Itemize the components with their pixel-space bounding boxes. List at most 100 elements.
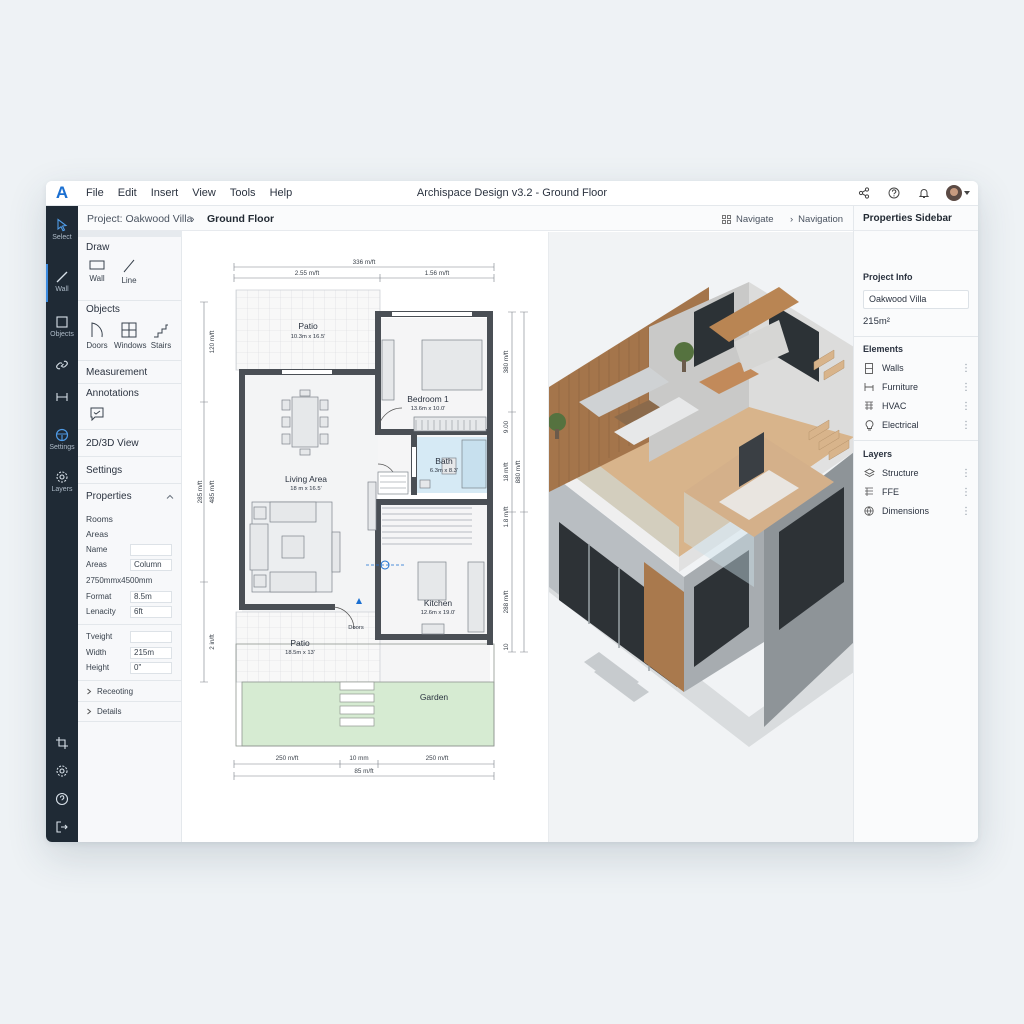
rail-help[interactable]	[46, 792, 78, 808]
line-icon	[123, 259, 135, 273]
more-icon[interactable]: ⋮	[961, 382, 971, 393]
elements-header: Elements	[863, 344, 904, 354]
more-icon[interactable]: ⋮	[961, 487, 971, 498]
prop-areas-field[interactable]: Column	[130, 558, 172, 571]
layer-dimensions[interactable]: Dimensions ⋮	[863, 504, 971, 518]
annotations-header: Annotations	[86, 388, 139, 399]
rail-logout[interactable]	[46, 820, 78, 836]
more-icon[interactable]: ⋮	[961, 363, 971, 374]
tool-stairs[interactable]: Stairs	[146, 322, 176, 350]
prop-height-field[interactable]: 0"	[130, 661, 172, 674]
dim-right-6: 288 m/ft	[503, 590, 510, 613]
logout-icon	[56, 821, 68, 833]
app-logo: A	[55, 183, 69, 202]
chevron-down-icon	[964, 191, 970, 195]
menu-edit[interactable]: Edit	[118, 187, 137, 199]
element-walls[interactable]: Walls ⋮	[863, 361, 971, 375]
breadcrumb-separator: ›	[191, 213, 195, 225]
menu-insert[interactable]: Insert	[151, 187, 179, 199]
wall-line-icon	[56, 271, 68, 283]
notification-bell-icon[interactable]	[916, 185, 932, 201]
prop-name-field[interactable]	[130, 543, 172, 556]
share-icon[interactable]	[856, 185, 872, 201]
rail-layers-label: Layers	[51, 486, 73, 493]
wall-icon	[863, 362, 875, 374]
room-patio-bottom-size: 18.5m x 13'	[285, 650, 315, 656]
rail-crop[interactable]	[46, 736, 78, 752]
prop-width-label: Width	[86, 648, 107, 657]
prop-tveight-field[interactable]	[130, 630, 172, 643]
prop-name-row: Name	[86, 543, 176, 556]
rail-select[interactable]: Select	[46, 218, 78, 241]
dim-right-2: 9.00	[503, 420, 510, 433]
menu-view[interactable]: View	[192, 187, 216, 199]
tool-view-2d3d[interactable]: 2D/3D View	[78, 432, 182, 455]
menu-tools[interactable]: Tools	[230, 187, 256, 199]
link-icon	[56, 360, 68, 370]
prop-width-field[interactable]: 215m	[130, 646, 172, 659]
user-avatar[interactable]	[946, 185, 970, 201]
dim-top-left: 2.55 m/ft	[295, 270, 320, 277]
help-circle-icon	[55, 792, 69, 806]
rail-measure[interactable]	[46, 390, 78, 406]
tool-windows[interactable]: Windows	[114, 322, 147, 350]
element-hvac-label: HVAC	[882, 401, 907, 411]
objects-header: Objects	[86, 304, 120, 315]
navigate-button[interactable]: Navigate	[722, 214, 774, 225]
receoting-expander[interactable]: Receoting	[86, 685, 176, 698]
prop-lenacity-field[interactable]: 6ft	[130, 605, 172, 618]
help-icon[interactable]	[886, 185, 902, 201]
breadcrumb-project[interactable]: Project: Oakwood Villa	[87, 213, 192, 225]
tool-wall[interactable]: Wall	[82, 259, 112, 283]
rail-layers[interactable]: Layers	[46, 470, 78, 493]
more-icon[interactable]: ⋮	[961, 468, 971, 479]
element-furniture[interactable]: Furniture ⋮	[863, 380, 971, 394]
floor-plan-canvas[interactable]: 336 m/ft 2.55 m/ft 1.56 m/ft 250 m/ft 10…	[182, 232, 548, 842]
prop-format-field[interactable]: 8.5m	[130, 590, 172, 603]
door-label: Doors	[348, 625, 364, 631]
project-name-field[interactable]: Oakwood Villa	[863, 290, 969, 309]
dim-bottom-right: 250 m/ft	[426, 755, 449, 762]
tool-line[interactable]: Line	[114, 259, 144, 285]
rail-settings-label: Settings	[49, 444, 75, 451]
details-expander[interactable]: Details	[86, 705, 176, 718]
navigation-button[interactable]: › Navigation	[790, 214, 843, 225]
menu-help[interactable]: Help	[270, 187, 293, 199]
element-electrical[interactable]: Electrical ⋮	[863, 418, 971, 432]
element-electrical-label: Electrical	[882, 420, 919, 430]
tool-measurement[interactable]: Measurement	[78, 361, 182, 384]
menu-file[interactable]: File	[86, 187, 104, 199]
sidebar-title: Properties Sidebar	[854, 206, 978, 231]
rail-preferences[interactable]	[46, 764, 78, 780]
rail-objects[interactable]: Objects	[46, 315, 78, 338]
crop-icon	[56, 737, 68, 749]
dim-bottom-mid: 10 mm	[349, 755, 368, 762]
room-patio-top: Patio	[298, 321, 318, 331]
rectangle-icon	[89, 260, 105, 270]
tool-settings[interactable]: Settings	[78, 459, 182, 482]
element-hvac[interactable]: HVAC ⋮	[863, 399, 971, 413]
chevron-up-icon	[166, 494, 174, 499]
rail-settings[interactable]: Settings	[46, 428, 78, 451]
more-icon[interactable]: ⋮	[961, 506, 971, 517]
tool-annotation[interactable]	[82, 407, 112, 424]
rail-select-label: Select	[52, 234, 72, 241]
prop-areas-label: Areas	[86, 560, 107, 569]
properties-label: Properties	[86, 491, 132, 502]
cursor-icon	[57, 218, 68, 232]
rail-link[interactable]	[46, 358, 78, 374]
settings-gear-icon	[56, 765, 68, 777]
tool-doors[interactable]: Doors	[82, 322, 112, 350]
properties-header[interactable]: Properties	[78, 485, 174, 508]
more-icon[interactable]: ⋮	[961, 401, 971, 412]
more-icon[interactable]: ⋮	[961, 420, 971, 431]
layer-ffe[interactable]: FFE ⋮	[863, 485, 971, 499]
3d-view-canvas[interactable]	[548, 232, 854, 842]
layer-structure[interactable]: Structure ⋮	[863, 466, 971, 480]
tool-windows-label: Windows	[114, 341, 147, 350]
room-living-size: 18 m x 16.5'	[290, 486, 321, 492]
stairs-icon	[154, 324, 168, 338]
dim-right-7: 10	[503, 643, 510, 651]
rail-wall[interactable]: Wall	[46, 270, 78, 293]
prop-lenacity-label: Lenacity	[86, 607, 116, 616]
